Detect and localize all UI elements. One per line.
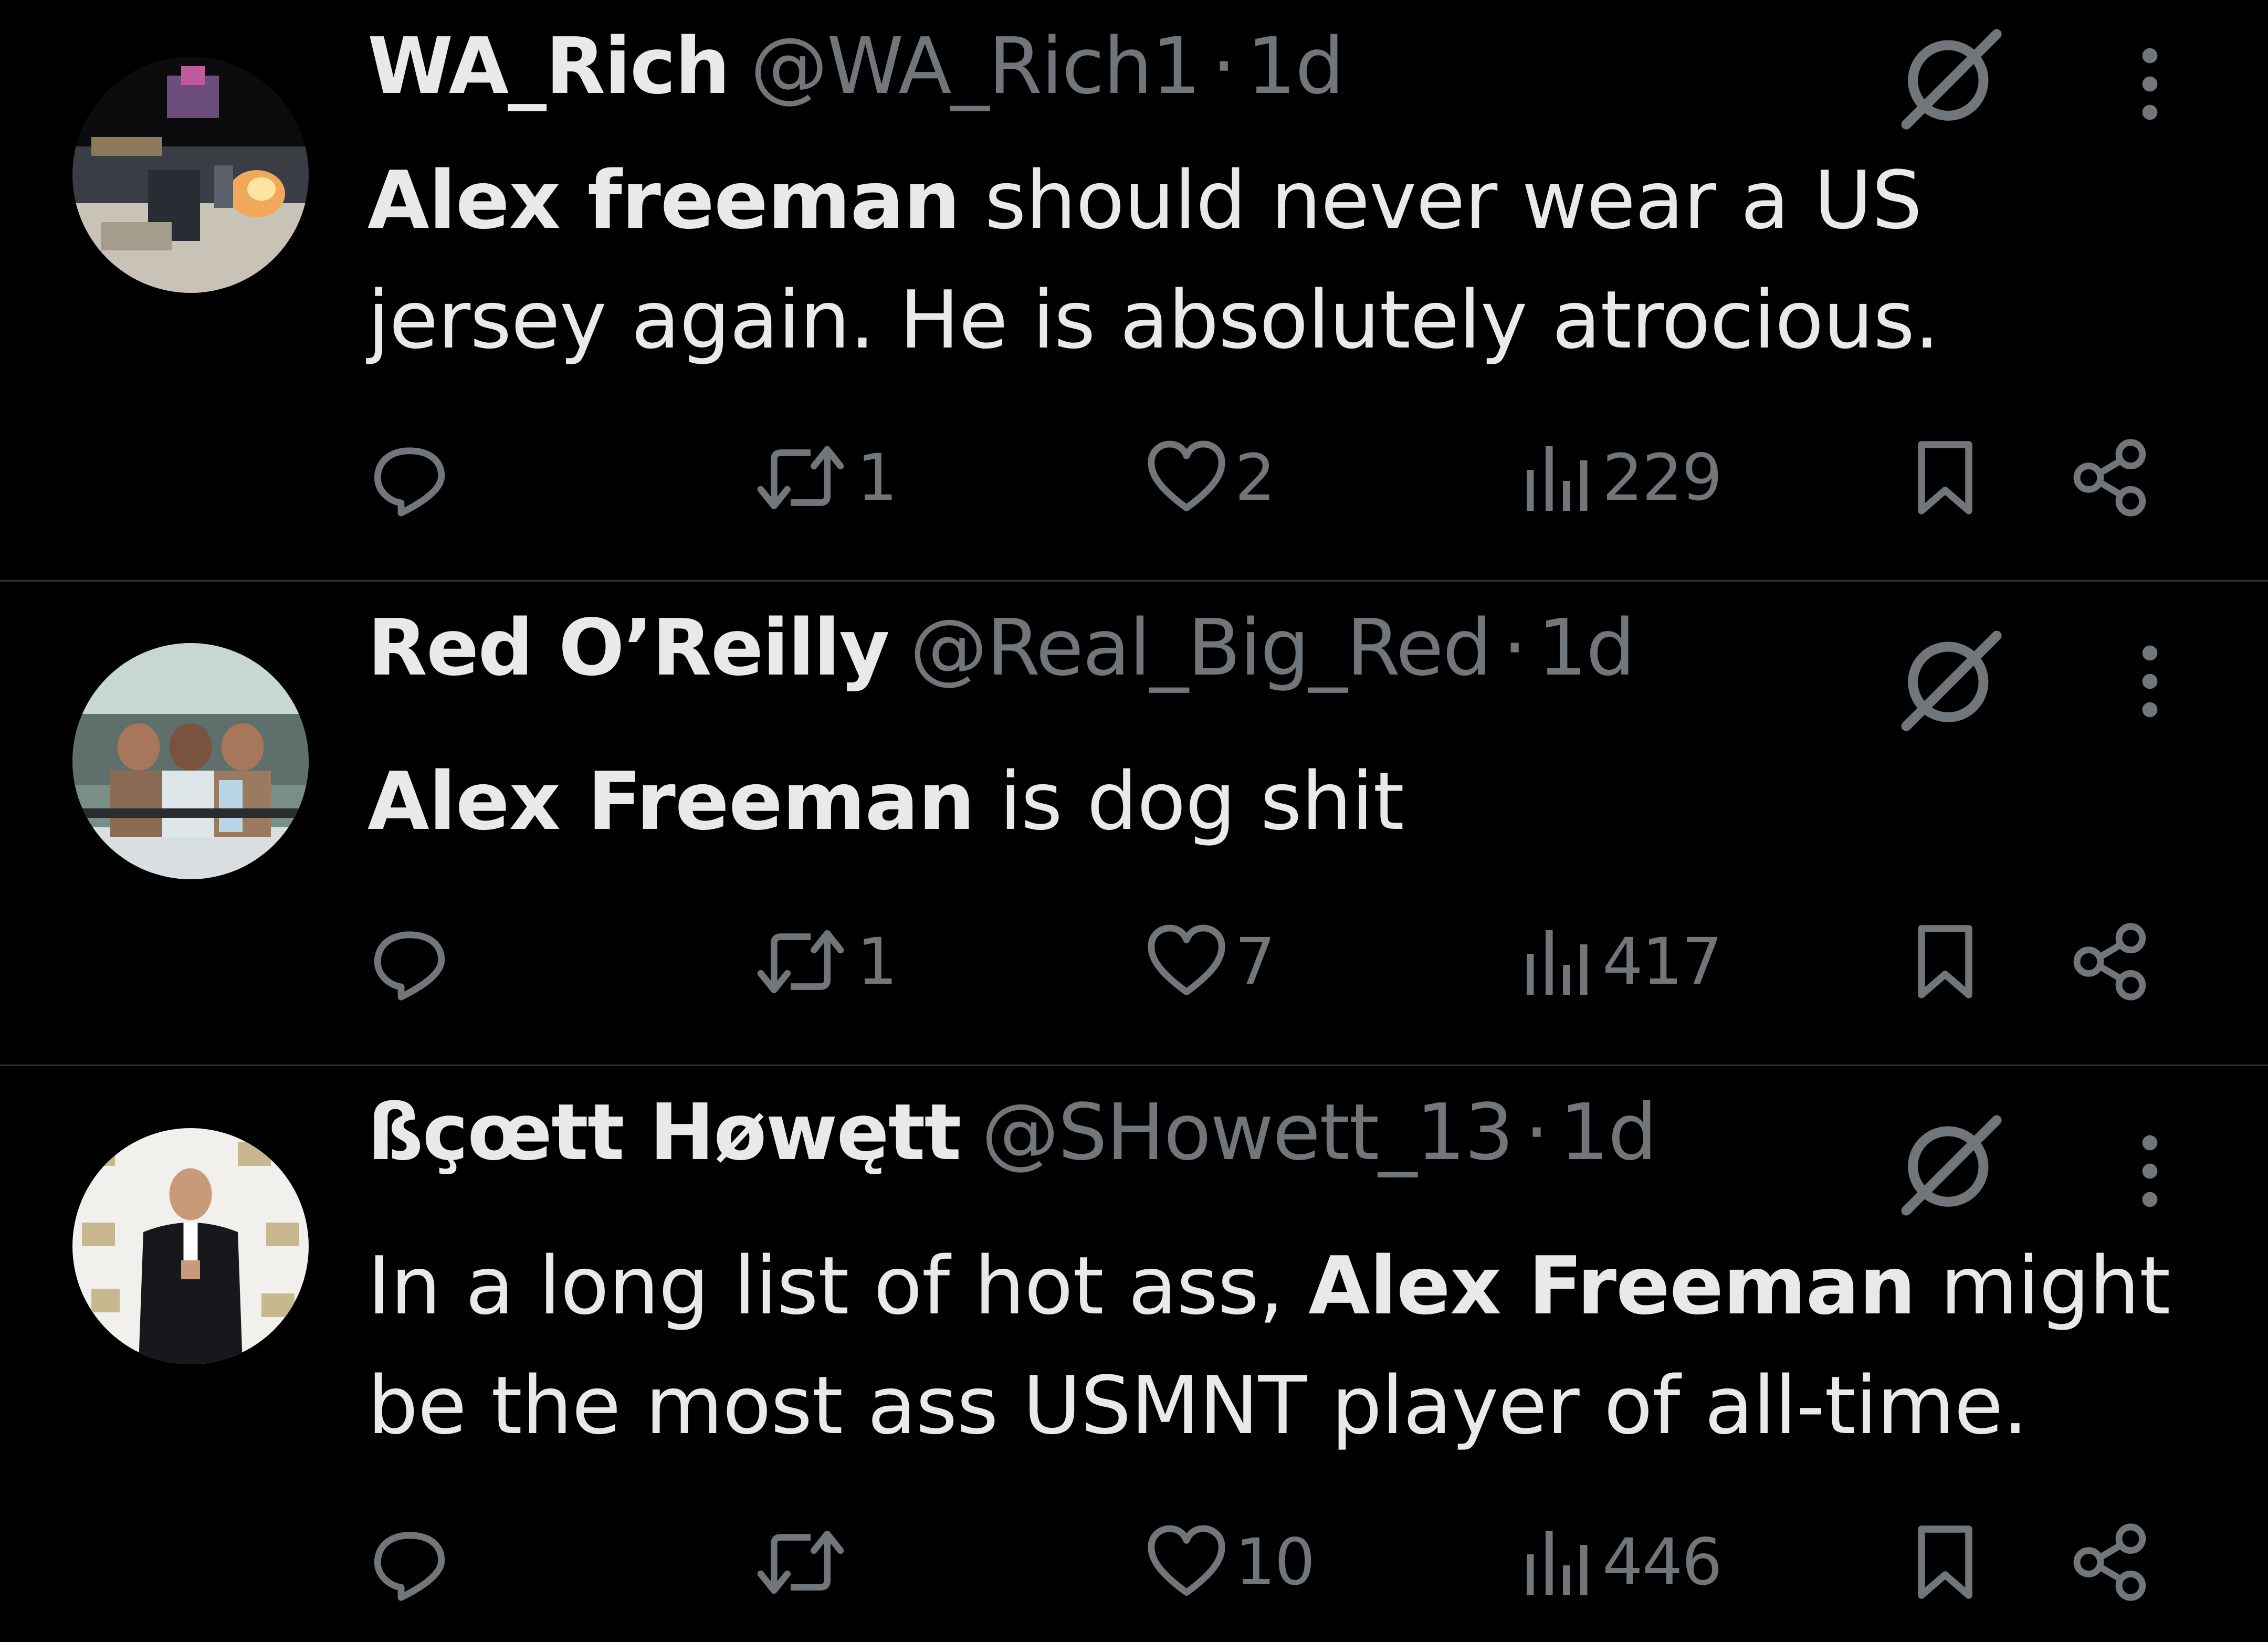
user-handle[interactable]: @SHowett_13 (981, 1087, 1514, 1177)
retweet-button[interactable]: 1 (751, 425, 898, 530)
share-icon (2073, 1523, 2146, 1601)
tweet-text: In a long list of hot ass, Alex Freeman … (368, 1226, 2184, 1466)
view-count: 446 (1602, 1525, 1723, 1599)
separator-dot: · (1211, 21, 1236, 111)
share-icon (2073, 439, 2146, 517)
bookmark-button[interactable] (1906, 425, 1984, 530)
bookmark-icon (1918, 441, 1972, 514)
action-bar: 1 2 229 (0, 425, 2268, 530)
views-button[interactable]: 229 (1517, 425, 1723, 530)
avatar-image (72, 1128, 309, 1364)
views-button[interactable]: 446 (1517, 1510, 1723, 1615)
more-icon[interactable] (2121, 1124, 2179, 1218)
tweet-text: Alex Freeman is dog shit (368, 742, 2184, 861)
bookmark-button[interactable] (1906, 1510, 1984, 1615)
views-icon (1527, 446, 1588, 511)
text-plain: In a long list of hot ass, (368, 1239, 1309, 1332)
retweet-count: 1 (857, 924, 898, 999)
share-button[interactable] (2068, 909, 2152, 1014)
heart-icon (1148, 924, 1225, 995)
bookmark-icon (1918, 925, 1972, 998)
like-button[interactable]: 7 (1144, 909, 1276, 1014)
share-button[interactable] (2068, 1510, 2152, 1615)
grok-icon[interactable] (1895, 1109, 2006, 1219)
like-button[interactable]: 10 (1144, 1510, 1315, 1615)
like-count: 2 (1235, 440, 1276, 515)
avatar[interactable] (72, 1128, 309, 1364)
retweet-icon (757, 446, 844, 510)
share-button[interactable] (2068, 425, 2152, 530)
avatar-image (72, 643, 309, 879)
bookmark-button[interactable] (1906, 909, 1984, 1014)
retweet-icon (757, 1530, 844, 1594)
reply-button[interactable] (368, 909, 458, 1014)
retweet-button[interactable]: 1 (751, 909, 898, 1014)
text-bold: Alex Freeman (1308, 1239, 1916, 1332)
separator-dot: · (1524, 1087, 1549, 1177)
timeline-feed: WA_Rich @WA_Rich1 · 1d Alex freeman shou… (0, 0, 2268, 1642)
grok-icon[interactable] (1895, 23, 2006, 133)
timestamp[interactable]: 1d (1538, 603, 1635, 693)
tweet-2[interactable]: Red O’Reilly @Real_Big_Red · 1d Alex Fre… (0, 582, 2268, 1065)
tweet-header: Red O’Reilly @Real_Big_Red · 1d (368, 603, 1635, 708)
action-bar: 10 446 (0, 1510, 2268, 1615)
timestamp[interactable]: 1d (1247, 21, 1345, 111)
more-icon[interactable] (2121, 37, 2179, 131)
reply-icon (374, 1532, 445, 1601)
action-bar: 1 7 417 (0, 909, 2268, 1014)
share-icon (2073, 923, 2146, 1001)
heart-icon (1148, 440, 1225, 511)
text-plain: is dog shit (974, 755, 1404, 848)
text-bold: Alex Freeman (368, 755, 975, 848)
view-count: 229 (1602, 440, 1723, 515)
user-handle[interactable]: @WA_Rich1 (750, 21, 1201, 111)
tweet-header: WA_Rich @WA_Rich1 · 1d (368, 21, 1345, 126)
user-handle[interactable]: @Real_Big_Red (910, 603, 1492, 693)
like-button[interactable]: 2 (1144, 425, 1276, 530)
reply-button[interactable] (368, 1510, 458, 1615)
display-name[interactable]: Red O’Reilly (368, 603, 890, 693)
grok-icon[interactable] (1895, 625, 2006, 735)
view-count: 417 (1602, 924, 1723, 999)
separator-dot: · (1502, 603, 1527, 693)
like-count: 7 (1235, 924, 1276, 999)
reply-icon (374, 931, 445, 1001)
text-bold: Alex freeman (368, 154, 960, 247)
reply-button[interactable] (368, 425, 458, 530)
avatar[interactable] (72, 57, 309, 293)
tweet-header: ßçœtt Høwętt @SHowett_13 · 1d (368, 1087, 1657, 1192)
views-icon (1527, 1531, 1588, 1595)
views-icon (1527, 930, 1588, 995)
views-button[interactable]: 417 (1517, 909, 1723, 1014)
display-name[interactable]: WA_Rich (368, 21, 730, 111)
avatar[interactable] (72, 643, 309, 879)
avatar-image (72, 57, 309, 293)
retweet-icon (757, 930, 844, 994)
retweet-button[interactable] (751, 1510, 857, 1615)
timestamp[interactable]: 1d (1560, 1087, 1657, 1177)
like-count: 10 (1235, 1525, 1315, 1599)
tweet-text: Alex freeman should never wear a US jers… (368, 141, 2184, 380)
tweet-3[interactable]: ßçœtt Høwętt @SHowett_13 · 1d In a long … (0, 1066, 2268, 1642)
heart-icon (1148, 1525, 1225, 1596)
reply-icon (374, 447, 445, 517)
bookmark-icon (1918, 1525, 1972, 1599)
more-icon[interactable] (2121, 634, 2179, 729)
retweet-count: 1 (857, 440, 898, 515)
tweet-1[interactable]: WA_Rich @WA_Rich1 · 1d Alex freeman shou… (0, 0, 2268, 580)
display-name[interactable]: ßçœtt Høwętt (368, 1087, 961, 1177)
